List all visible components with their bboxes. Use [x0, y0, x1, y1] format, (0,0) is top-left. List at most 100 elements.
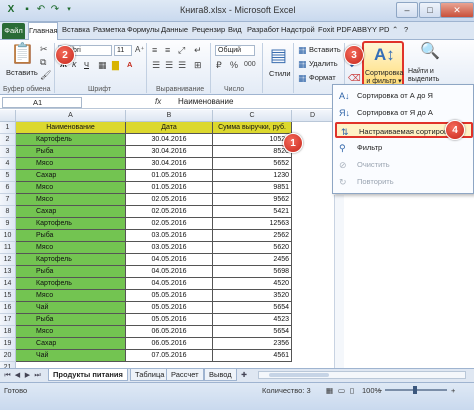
customize-toolbar-icon[interactable]: ▾	[62, 3, 76, 17]
row-header[interactable]: 5	[0, 170, 16, 182]
row-header[interactable]: 12	[0, 254, 16, 266]
sheet-tab-table[interactable]: Таблица	[130, 369, 170, 381]
header-cell-date[interactable]: Дата	[126, 122, 213, 134]
cell-date[interactable]: 04.05.2016	[126, 266, 213, 278]
underline-icon[interactable]: Ч	[84, 60, 89, 69]
tab-review[interactable]: Рецензир	[192, 25, 225, 34]
row-header[interactable]: 11	[0, 242, 16, 254]
insert-function-icon[interactable]: fx	[155, 97, 161, 106]
cell-revenue[interactable]: 5654	[213, 302, 292, 314]
cell-date[interactable]: 01.05.2016	[126, 182, 213, 194]
cell-revenue[interactable]: 2562	[213, 230, 292, 242]
view-normal-icon[interactable]: ▦	[326, 386, 333, 395]
align-left-icon[interactable]: ☰	[152, 60, 160, 70]
align-top-icon[interactable]: ≡	[152, 45, 157, 55]
cell-name[interactable]: Картофель	[16, 254, 126, 266]
row-header[interactable]: 2	[0, 134, 16, 146]
row-header[interactable]: 9	[0, 218, 16, 230]
last-sheet-icon[interactable]: ⏭	[33, 371, 42, 380]
cell-revenue[interactable]: 2356	[213, 338, 292, 350]
header-cell-name[interactable]: Наименование	[16, 122, 126, 134]
select-all-corner[interactable]	[0, 110, 16, 122]
cell-revenue[interactable]: 5421	[213, 206, 292, 218]
view-page-layout-icon[interactable]: ▭	[338, 386, 345, 395]
tab-file[interactable]: Файл	[2, 23, 25, 39]
tab-addins[interactable]: Надстрой	[281, 25, 315, 34]
column-header-d[interactable]: D	[292, 110, 334, 122]
cell-date[interactable]: 05.05.2016	[126, 302, 213, 314]
row-header[interactable]: 18	[0, 326, 16, 338]
vertical-scrollbar[interactable]	[334, 195, 344, 368]
thousands-format-icon[interactable]: 000	[244, 60, 256, 70]
prev-sheet-icon[interactable]: ◀	[13, 371, 22, 380]
cell-name[interactable]: Мясо	[16, 182, 126, 194]
row-header[interactable]: 6	[0, 182, 16, 194]
menu-item-sort-asc[interactable]: A↓ Сортировка от А до Я	[335, 88, 473, 104]
row-header[interactable]: 20	[0, 350, 16, 362]
cell-revenue[interactable]: 12563	[213, 218, 292, 230]
find-select-icon[interactable]: 🔍	[420, 44, 440, 60]
cell-date[interactable]: 05.05.2016	[126, 314, 213, 326]
find-select-button[interactable]: Найти и выделить	[408, 68, 439, 84]
borders-icon[interactable]: ▦	[98, 60, 107, 70]
align-right-icon[interactable]: ☰	[178, 60, 186, 70]
cell-date[interactable]: 04.05.2016	[126, 254, 213, 266]
delete-cells-button[interactable]: Удалить	[309, 59, 338, 68]
row-header[interactable]: 14	[0, 278, 16, 290]
tab-foxit[interactable]: Foxit PDF	[318, 25, 351, 34]
styles-icon[interactable]: ▤	[270, 46, 287, 64]
cell-name[interactable]: Картофель	[16, 218, 126, 230]
cell-name[interactable]: Чай	[16, 350, 126, 362]
column-header-b[interactable]: B	[126, 110, 213, 122]
cell-name[interactable]: Рыба	[16, 314, 126, 326]
cell-date[interactable]: 06.05.2016	[126, 326, 213, 338]
cell-revenue[interactable]: 4523	[213, 314, 292, 326]
format-painter-icon[interactable]: 🖌	[40, 70, 51, 80]
sheet-tab-products[interactable]: Продукты питания	[48, 369, 128, 381]
menu-item-sort-desc[interactable]: Я↓ Сортировка от Я до А	[335, 105, 473, 121]
insert-cells-icon[interactable]: ▦	[298, 45, 307, 55]
cell-date[interactable]: 30.04.2016	[126, 158, 213, 170]
cell-date[interactable]: 30.04.2016	[126, 134, 213, 146]
cell-name[interactable]: Рыба	[16, 266, 126, 278]
row-header[interactable]: 7	[0, 194, 16, 206]
cell-name[interactable]: Мясо	[16, 290, 126, 302]
percent-format-icon[interactable]: %	[230, 60, 238, 70]
cell-date[interactable]: 02.05.2016	[126, 194, 213, 206]
cell-date[interactable]: 07.05.2016	[126, 350, 213, 362]
close-button[interactable]: ✕	[440, 2, 474, 18]
cell-revenue[interactable]: 3520	[213, 290, 292, 302]
sheet-tab-calculation[interactable]: Рассчет	[166, 369, 204, 381]
cell-name[interactable]: Сахар	[16, 206, 126, 218]
horizontal-scrollbar[interactable]	[258, 371, 466, 379]
paste-icon[interactable]: 📋	[10, 44, 35, 64]
number-format-select[interactable]: Общий	[215, 45, 255, 56]
paste-button[interactable]: Вставить	[6, 68, 38, 77]
redo-icon[interactable]: ↷	[48, 3, 62, 17]
cell-name[interactable]: Мясо	[16, 158, 126, 170]
row-header[interactable]: 4	[0, 158, 16, 170]
zoom-in-icon[interactable]: +	[451, 386, 455, 395]
format-cells-icon[interactable]: ▦	[298, 73, 307, 83]
format-cells-button[interactable]: Формат	[309, 73, 336, 82]
next-sheet-icon[interactable]: ▶	[23, 371, 32, 380]
cell-revenue[interactable]: 8520	[213, 146, 292, 158]
formula-input[interactable]: Наименование	[178, 97, 233, 106]
delete-cells-icon[interactable]: ▦	[298, 59, 307, 69]
tab-formulas[interactable]: Формулы	[127, 25, 160, 34]
cell-revenue[interactable]: 4561	[213, 350, 292, 362]
column-header-a[interactable]: A	[16, 110, 126, 122]
tab-data[interactable]: Данные	[161, 25, 188, 34]
header-cell-revenue[interactable]: Сумма выручки, руб.	[213, 122, 292, 134]
undo-icon[interactable]: ↶	[34, 3, 48, 17]
cell-revenue[interactable]: 1230	[213, 170, 292, 182]
minimize-button[interactable]: –	[396, 2, 418, 18]
row-header[interactable]: 19	[0, 338, 16, 350]
cut-icon[interactable]: ✂	[40, 44, 48, 54]
cell-revenue[interactable]: 9851	[213, 182, 292, 194]
cell-revenue[interactable]: 5698	[213, 266, 292, 278]
row-header[interactable]: 16	[0, 302, 16, 314]
align-center-icon[interactable]: ☰	[165, 60, 173, 70]
merge-cells-icon[interactable]: ⊞	[194, 60, 202, 70]
tab-insert[interactable]: Вставка	[62, 25, 90, 34]
